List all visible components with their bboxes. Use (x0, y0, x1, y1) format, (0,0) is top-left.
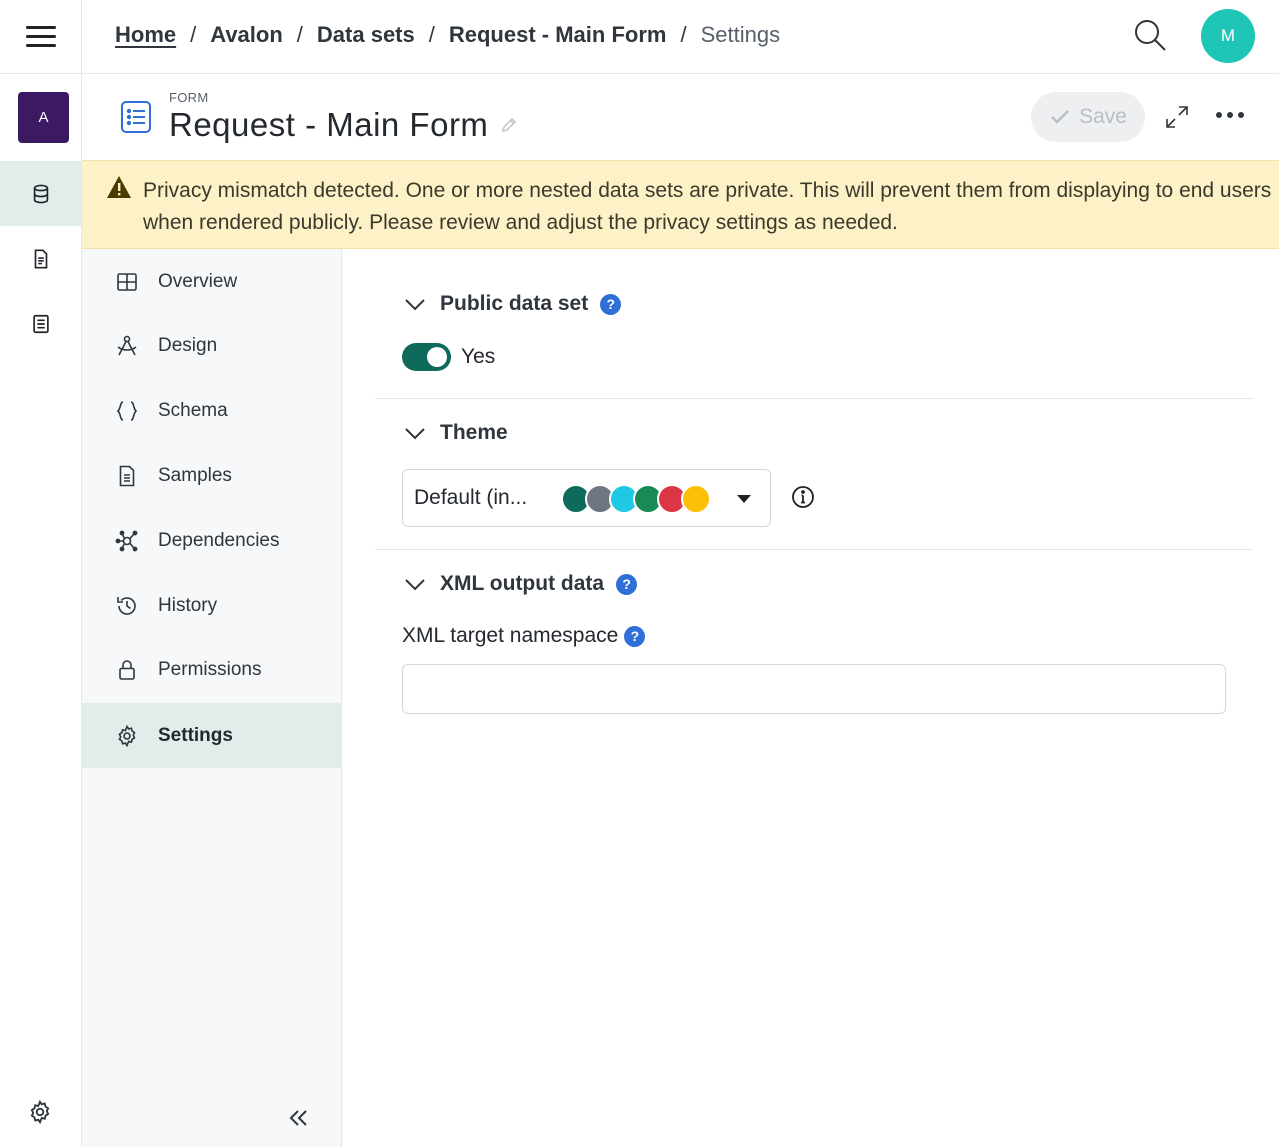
nav-label: Samples (158, 464, 232, 486)
chevron-down-icon (405, 299, 425, 311)
breadcrumb-separator: / (428, 22, 435, 47)
check-icon (1051, 110, 1069, 124)
nav-item-overview[interactable]: Overview (82, 249, 342, 314)
rail-top (0, 0, 81, 74)
section-title: Theme (440, 421, 508, 444)
settings-gear-icon[interactable] (27, 1099, 53, 1125)
help-icon[interactable]: ? (624, 625, 646, 647)
nav-label: Design (158, 334, 218, 356)
breadcrumb-avalon[interactable]: Avalon (210, 22, 283, 48)
chevron-down-icon (405, 579, 425, 591)
user-avatar[interactable]: M (1201, 9, 1255, 63)
save-button-label: Save (1079, 105, 1127, 128)
braces-icon (116, 400, 138, 421)
nav-item-samples[interactable]: Samples (82, 443, 342, 508)
more-options-icon[interactable] (1216, 112, 1246, 122)
side-nav: Overview Design Schema Samples Dependenc… (82, 249, 342, 1147)
breadcrumb: Home / Avalon / Data sets / Request - Ma… (115, 22, 780, 48)
lock-icon (119, 659, 135, 680)
nav-label: Schema (158, 399, 228, 421)
nav-item-design[interactable]: Design (82, 313, 342, 378)
app-avatar[interactable]: A (18, 92, 69, 143)
help-icon[interactable]: ? (616, 573, 638, 595)
page-title: Request - Main Form (169, 106, 489, 143)
section-title: Public data set (440, 292, 589, 315)
form-kind-label: FORM (169, 90, 209, 105)
rail-data-sets-button[interactable] (0, 161, 82, 226)
table-icon (117, 272, 137, 291)
nav-item-schema[interactable]: Schema (82, 378, 342, 443)
expand-icon[interactable] (1164, 104, 1190, 130)
history-icon (117, 596, 136, 615)
left-rail: A (0, 0, 82, 1147)
nav-item-history[interactable]: History (82, 573, 342, 638)
nav-label: Settings (158, 724, 233, 746)
breadcrumb-separator: / (680, 22, 687, 47)
theme-section-header[interactable]: Theme (402, 420, 508, 446)
nav-item-permissions[interactable]: Permissions (82, 637, 342, 702)
help-icon[interactable]: ? (600, 293, 622, 315)
breadcrumb-home[interactable]: Home (115, 22, 176, 48)
rail-forms-button[interactable] (0, 291, 82, 356)
top-bar: Home / Avalon / Data sets / Request - Ma… (82, 0, 1279, 74)
pencil-icon[interactable] (500, 116, 518, 134)
section-title: XML output data (440, 572, 605, 595)
info-icon[interactable] (791, 485, 815, 509)
public-toggle[interactable] (402, 343, 451, 371)
document-icon (34, 248, 48, 269)
nav-item-dependencies[interactable]: Dependencies (82, 508, 342, 573)
breadcrumb-form[interactable]: Request - Main Form (449, 22, 667, 48)
nav-item-settings[interactable]: Settings (82, 703, 342, 768)
xml-namespace-label: XML target namespace (402, 624, 619, 647)
nav-label: History (158, 594, 218, 616)
privacy-warning-banner: Privacy mismatch detected. One or more n… (82, 160, 1279, 249)
rail-documents-button[interactable] (0, 226, 82, 291)
compass-icon (117, 335, 137, 355)
breadcrumb-current: Settings (700, 22, 781, 47)
form-list-icon (121, 101, 151, 133)
breadcrumb-data-sets[interactable]: Data sets (317, 22, 415, 48)
public-toggle-label: Yes (461, 345, 496, 368)
public-data-set-section-header[interactable]: Public data set ? (402, 291, 622, 317)
document-icon (119, 465, 135, 486)
collapse-sidebar-icon[interactable] (284, 1104, 312, 1132)
page-header: FORM Request - Main Form Save (82, 74, 1279, 160)
theme-selected-value: Default (in... (414, 486, 528, 509)
nav-label: Dependencies (158, 529, 280, 551)
theme-select[interactable]: Default (in... (402, 469, 771, 527)
save-button[interactable]: Save (1031, 92, 1145, 142)
breadcrumb-separator: / (296, 22, 303, 47)
xml-namespace-input[interactable] (402, 664, 1226, 714)
database-icon (33, 184, 49, 203)
nav-label: Permissions (158, 658, 262, 680)
gear-icon (118, 724, 136, 747)
nav-label: Overview (158, 270, 238, 292)
theme-swatch (681, 484, 711, 514)
xml-output-section-header[interactable]: XML output data ? (402, 571, 638, 597)
theme-color-swatches (561, 484, 721, 514)
menu-icon[interactable] (25, 26, 56, 47)
form-icon (33, 314, 49, 333)
warning-icon (107, 176, 131, 198)
chevron-down-icon (405, 428, 425, 440)
warning-message: Privacy mismatch detected. One or more n… (143, 179, 1272, 234)
breadcrumb-separator: / (190, 22, 197, 47)
caret-down-icon (737, 495, 751, 503)
network-icon (115, 530, 138, 551)
section-divider (375, 549, 1253, 550)
xml-namespace-label-row: XML target namespace ? (402, 624, 646, 648)
section-divider (375, 398, 1253, 399)
search-icon[interactable] (1132, 17, 1168, 53)
